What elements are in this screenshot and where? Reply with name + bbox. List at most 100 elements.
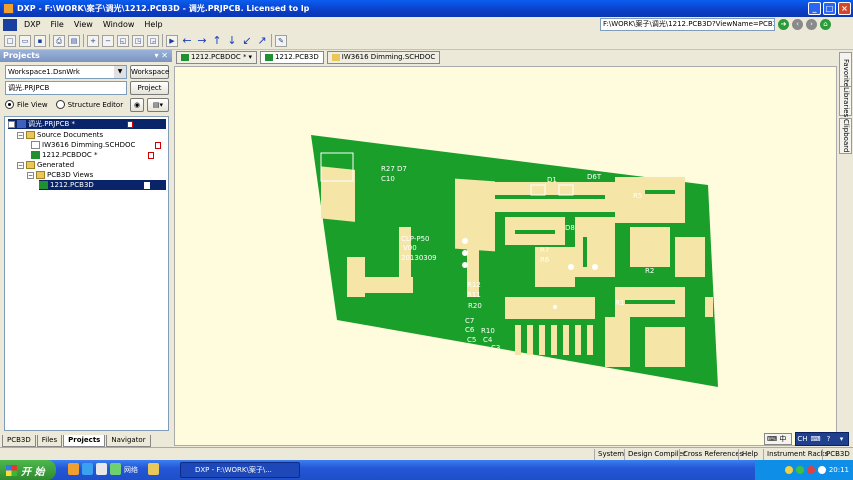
zoom-all-icon[interactable]: ◲	[147, 34, 159, 47]
quicklaunch-ie-icon[interactable]	[82, 463, 93, 475]
tree-node-source-documents[interactable]: − Source Documents	[17, 130, 103, 140]
tab-projects[interactable]: Projects	[63, 435, 106, 447]
project-button[interactable]: Project	[130, 81, 169, 95]
tree-node-project[interactable]: − 调光.PRJPCB *	[8, 119, 166, 129]
pcb-label: C3	[491, 344, 500, 352]
tray-icon[interactable]	[784, 466, 793, 474]
status-cross-references[interactable]: Cross References	[679, 449, 746, 460]
collapse-icon[interactable]: −	[17, 131, 24, 139]
menu-file[interactable]: File	[45, 20, 68, 29]
project-menu-icon[interactable]: ▤▾	[147, 98, 169, 112]
tree-node-pcbdoc[interactable]: 1212.PCBDOC *	[31, 150, 166, 160]
forward-arrow-icon[interactable]: →	[196, 34, 208, 47]
pcb-label: R12	[467, 281, 481, 289]
menu-dxp[interactable]: DXP	[19, 20, 45, 29]
network-label[interactable]: 网络	[124, 462, 138, 478]
tab-files[interactable]: Files	[36, 435, 63, 447]
menu-view[interactable]: View	[69, 20, 98, 29]
language-bar[interactable]: CH ⌨ ? ▾	[795, 432, 849, 446]
folder-icon	[26, 161, 35, 169]
doc-tab-pcbdoc[interactable]: 1212.PCBDOC * ▾	[176, 51, 257, 64]
forward-icon[interactable]: ›	[806, 19, 817, 30]
home-icon[interactable]: ⌂	[820, 19, 831, 30]
doc-tab-pcb3d[interactable]: 1212.PCB3D	[259, 51, 324, 64]
pcb-label: R2	[645, 267, 654, 275]
doc-tab-schdoc[interactable]: IW3616 Dimming.SCHDOC	[326, 51, 441, 64]
tree-node-label: 1212.PCBDOC *	[42, 151, 98, 159]
quicklaunch-app-icon[interactable]	[68, 463, 79, 475]
back-icon[interactable]: ‹	[792, 19, 803, 30]
pcb-label: R10	[481, 327, 495, 335]
close-button[interactable]: ×	[838, 2, 851, 15]
tree-node-generated[interactable]: − Generated	[17, 160, 74, 170]
down-left-arrow-icon[interactable]: ↙	[241, 34, 253, 47]
doc-flag-icon	[148, 151, 155, 159]
quicklaunch-media-icon[interactable]	[110, 463, 121, 475]
tree-node-label: IW3616 Dimming.SCHDOC	[42, 141, 136, 149]
chevron-down-icon[interactable]: ▼	[114, 66, 126, 78]
panel-pin-icon[interactable]: ▾ ✕	[154, 50, 168, 62]
start-button[interactable]: 开 始	[0, 460, 56, 480]
maximize-button[interactable]: □	[823, 2, 836, 15]
tools-icon[interactable]: ✎	[275, 34, 287, 47]
back-arrow-icon[interactable]: ←	[181, 34, 193, 47]
minimize-button[interactable]: _	[808, 2, 821, 15]
file-view-radio[interactable]	[5, 100, 14, 109]
taskbar-dxp-button[interactable]: DXP - F:\WORK\案子\...	[180, 462, 300, 478]
workspace-value: Workspace1.DsnWrk	[8, 68, 80, 76]
tree-node-schdoc[interactable]: IW3616 Dimming.SCHDOC	[31, 140, 166, 150]
keyboard-icon[interactable]: ⌨	[809, 433, 822, 445]
project-options-icon[interactable]: ◉	[130, 98, 144, 112]
print-preview-icon[interactable]: ▤	[68, 34, 80, 47]
zoom-fit-icon[interactable]: ◳	[132, 34, 144, 47]
workspace-select[interactable]: Workspace1.DsnWrk ▼	[5, 65, 127, 79]
chevron-down-icon[interactable]: ▾	[248, 52, 252, 63]
panel-tabs: PCB3D Files Projects Navigator	[0, 435, 172, 447]
pcb-label: C4	[483, 336, 493, 344]
zoom-area-icon[interactable]: ◱	[117, 34, 129, 47]
pcb3d-viewport[interactable]: R27 D7 C10 CLP-P50 V00 20130309 D1 D6T D…	[174, 66, 837, 446]
options-icon[interactable]: ▾	[835, 433, 848, 445]
up-right-arrow-icon[interactable]: ↗	[256, 34, 268, 47]
status-pcb3d[interactable]: PCB3D	[822, 449, 853, 460]
run-icon[interactable]: ▶	[166, 34, 178, 47]
open-icon[interactable]: ▭	[19, 34, 31, 47]
folder-icon	[36, 171, 45, 179]
doc-tab-label: 1212.PCB3D	[274, 53, 319, 61]
tree-node-pcb3d-views[interactable]: − PCB3D Views	[27, 170, 93, 180]
menu-window[interactable]: Window	[98, 20, 140, 29]
volume-icon[interactable]	[817, 466, 826, 474]
tab-libraries[interactable]: Libraries	[839, 86, 852, 117]
collapse-icon[interactable]: −	[17, 161, 24, 169]
workspace-button[interactable]: Workspace	[130, 65, 169, 79]
go-icon[interactable]: ➜	[778, 19, 789, 30]
tab-navigator[interactable]: Navigator	[106, 435, 151, 447]
tab-pcb3d[interactable]: PCB3D	[2, 435, 36, 447]
menu-help[interactable]: Help	[139, 20, 167, 29]
zoom-out-icon[interactable]: −	[102, 34, 114, 47]
help-icon[interactable]: ?	[822, 433, 835, 445]
panel-title: Projects	[3, 51, 40, 60]
tray-icon[interactable]	[806, 466, 815, 474]
new-icon[interactable]: □	[4, 34, 16, 47]
tray-icon[interactable]	[795, 466, 804, 474]
tree-node-pcb3d[interactable]: 1212.PCB3D	[39, 180, 166, 190]
tab-clipboard[interactable]: Clipboard	[839, 118, 852, 154]
quicklaunch-desktop-icon[interactable]	[96, 463, 107, 475]
down-arrow-icon[interactable]: ↓	[226, 34, 238, 47]
collapse-icon[interactable]: −	[8, 120, 15, 128]
structure-editor-radio[interactable]	[55, 100, 65, 109]
zoom-in-icon[interactable]: +	[87, 34, 99, 47]
print-icon[interactable]: ⎙	[53, 34, 65, 47]
save-icon[interactable]: ▪	[34, 34, 46, 47]
up-arrow-icon[interactable]: ↑	[211, 34, 223, 47]
ime-indicator[interactable]: ⌨ 中	[764, 433, 792, 445]
pcb-board-render[interactable]: R27 D7 C10 CLP-P50 V00 20130309 D1 D6T D…	[175, 67, 837, 446]
address-bar[interactable]: F:\WORK\案子\调光\1212.PCB3D?ViewName=PCB3D	[600, 18, 775, 31]
status-help[interactable]: Help	[738, 449, 761, 460]
right-panel-strip: Favorites Libraries Clipboard	[838, 50, 853, 447]
status-system[interactable]: System	[594, 449, 627, 460]
project-field[interactable]: 调光.PRJPCB	[5, 81, 127, 95]
quicklaunch-folder-icon[interactable]	[148, 463, 159, 475]
collapse-icon[interactable]: −	[27, 171, 34, 179]
